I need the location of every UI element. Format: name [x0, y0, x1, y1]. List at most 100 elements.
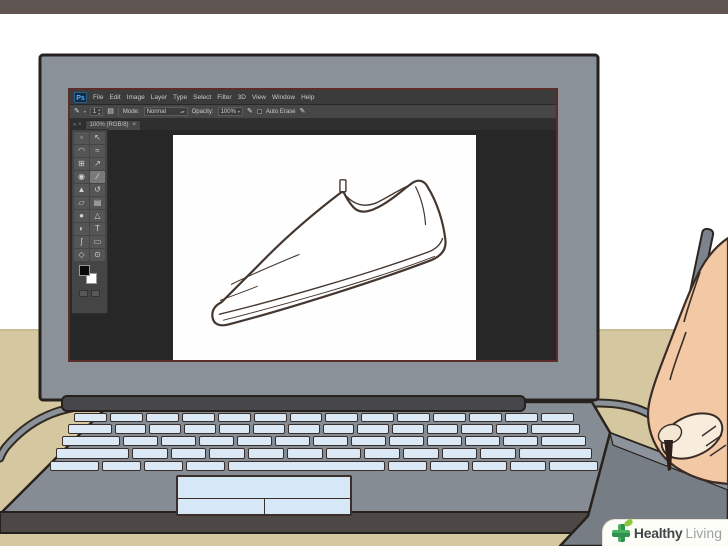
keyboard-key: [218, 424, 251, 434]
hand-tool[interactable]: ◇: [74, 249, 89, 261]
keyboard-row: [74, 413, 574, 422]
brush-size-value[interactable]: 1: [93, 108, 96, 116]
keyboard-key: [248, 448, 284, 459]
keyboard-key: [68, 424, 112, 434]
opacity-select[interactable]: 100% ▾: [217, 107, 243, 116]
mode-value[interactable]: Normal: [147, 108, 166, 116]
healthy-living-watermark: Healthy Living: [601, 518, 728, 546]
dodge-tool[interactable]: ◐: [74, 223, 89, 235]
quick-selection-tool[interactable]: ≈: [90, 145, 105, 157]
keyboard-key: [495, 424, 528, 434]
pencil-tool-preset-icon[interactable]: ✎: [74, 108, 80, 115]
keyboard-key: [391, 424, 424, 434]
keyboard-key: [161, 436, 197, 446]
tool-grid: ▫ ↖ ◠ ≈ ⊞ ↗ ◉ ∕ ▲ ↺ ▱ ▤ ● △ ◐ Tʃ ▭ ◇ ⊙: [73, 132, 106, 261]
menu-item-edit[interactable]: Edit: [109, 94, 120, 101]
smoothing-icon[interactable]: ✎: [300, 108, 306, 115]
keyboard-key: [433, 413, 467, 422]
keyboard-key: [228, 461, 385, 471]
keyboard-key: [325, 413, 359, 422]
shoe-outline: [211, 179, 447, 327]
auto-erase-label: Auto Erase: [265, 108, 296, 115]
menu-item-select[interactable]: Select: [193, 94, 211, 101]
brush-size-field[interactable]: 1 ▴ ▾: [89, 107, 104, 116]
menu-item-3d[interactable]: 3D: [238, 94, 246, 101]
sharpen-tool[interactable]: △: [90, 210, 105, 222]
keyboard-key: [313, 436, 349, 446]
keyboard-key: [186, 461, 226, 471]
brush-panel-toggle-icon[interactable]: ▤: [107, 108, 114, 115]
color-chips: [77, 265, 103, 287]
keyboard-row: [62, 436, 586, 446]
shoe-tab: [339, 179, 347, 193]
keyboard-key: [402, 448, 439, 459]
keyboard-key: [50, 461, 100, 471]
blur-tool[interactable]: ●: [74, 210, 89, 222]
keyboard-key: [540, 413, 574, 422]
crop-tool[interactable]: ⊞: [74, 158, 89, 170]
illustration-stage: Ps File Edit Image Layer Type Select Filter 3D V…: [0, 0, 728, 546]
tool-panel: ▫ ↖ ◠ ≈ ⊞ ↗ ◉ ∕ ▲ ↺ ▱ ▤ ● △ ◐ Tʃ ▭ ◇ ⊙: [71, 129, 108, 314]
keyboard-key: [145, 413, 179, 422]
laptop-trackpad: [176, 475, 352, 516]
move-tool[interactable]: ↖: [90, 132, 105, 144]
shape-tool[interactable]: ▭: [90, 236, 105, 248]
opacity-value[interactable]: 100%: [221, 108, 236, 116]
keyboard-key: [275, 436, 311, 446]
opacity-label: Opacity:: [191, 108, 214, 115]
keyboard-key: [74, 413, 107, 422]
brand-name-light: Living: [685, 525, 722, 541]
keyboard-key: [237, 436, 273, 446]
menu-item-filter[interactable]: Filter: [217, 94, 231, 101]
menu-item-help[interactable]: Help: [301, 94, 314, 101]
keyboard-key: [114, 424, 147, 434]
keyboard-key: [505, 413, 538, 422]
photoshop-logo: Ps: [74, 91, 87, 103]
shoe-drawing: [211, 179, 447, 327]
type-tool[interactable]: T: [90, 223, 105, 235]
document-canvas[interactable]: [173, 135, 476, 360]
menu-item-view[interactable]: View: [252, 94, 266, 101]
brand-name-bold: Healthy: [633, 525, 683, 541]
keyboard-key: [471, 461, 508, 471]
opacity-dropdown-icon[interactable]: ▾: [238, 109, 240, 114]
menu-item-image[interactable]: Image: [127, 94, 145, 101]
auto-erase-checkbox[interactable]: [256, 109, 262, 114]
clone-stamp-tool[interactable]: ▲: [74, 184, 89, 196]
quick-mask-icon[interactable]: [79, 290, 88, 297]
mode-select[interactable]: Normal ▴▾: [143, 107, 188, 116]
menu-item-type[interactable]: Type: [173, 94, 187, 101]
mode-dropdown-icon[interactable]: ▴▾: [181, 109, 185, 114]
keyboard-key: [361, 413, 395, 422]
lasso-tool[interactable]: ◠: [74, 145, 89, 157]
keyboard-key: [62, 436, 121, 446]
healing-brush-tool[interactable]: ◉: [74, 171, 89, 183]
keyboard-row: [68, 424, 581, 434]
keyboard-row: [56, 448, 593, 459]
history-brush-tool[interactable]: ↺: [90, 184, 105, 196]
pencil-tool[interactable]: ∕: [90, 171, 105, 183]
foreground-color-chip[interactable]: [78, 265, 90, 276]
screen-mode-icon[interactable]: [91, 290, 100, 297]
menu-item-file[interactable]: File: [93, 94, 103, 101]
keyboard-key: [441, 448, 478, 459]
keyboard-key: [131, 448, 168, 459]
laptop-keyboard: [48, 413, 600, 473]
zoom-tool[interactable]: ⊙: [90, 249, 105, 261]
keyboard-key: [503, 436, 539, 446]
document-tab-close-icon[interactable]: ×: [133, 121, 137, 130]
brush-size-stepper[interactable]: ▴ ▾: [98, 107, 100, 116]
eraser-tool[interactable]: ▱: [74, 197, 89, 209]
tool-preset-dropdown-icon[interactable]: ▾: [84, 109, 86, 114]
airbrush-icon[interactable]: ✎: [247, 108, 253, 115]
keyboard-key: [144, 461, 184, 471]
menu-item-window[interactable]: Window: [272, 94, 295, 101]
keyboard-key: [123, 436, 159, 446]
menu-item-layer[interactable]: Layer: [151, 94, 167, 101]
rect-marquee-tool[interactable]: ▫: [74, 132, 89, 144]
pen-tool[interactable]: ʃ: [74, 236, 89, 248]
trackpad-button-divider: [264, 498, 265, 514]
eyedropper-tool[interactable]: ↗: [90, 158, 105, 170]
keyboard-key: [530, 424, 581, 434]
gradient-tool[interactable]: ▤: [90, 197, 105, 209]
